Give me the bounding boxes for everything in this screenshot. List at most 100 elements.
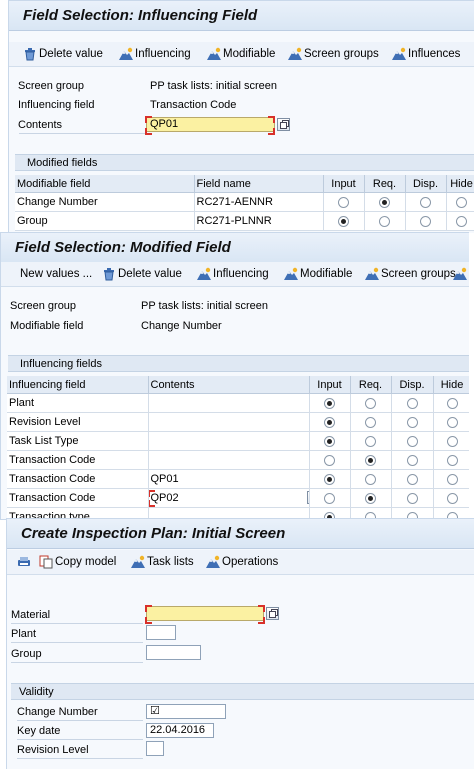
disp-radio[interactable] (406, 473, 418, 485)
input-radio[interactable] (324, 435, 335, 447)
column-header[interactable]: Hide (446, 175, 474, 193)
mountain-icon (207, 47, 221, 61)
mountain-icon (284, 267, 298, 281)
mountain-icon (392, 47, 406, 61)
material-input[interactable] (146, 606, 264, 621)
plant-input[interactable] (146, 625, 176, 640)
trash-icon (103, 267, 115, 281)
key-date-input[interactable]: 22.04.2016 (146, 723, 214, 738)
column-header[interactable]: Input (309, 376, 351, 394)
modifiable-field-value: Change Number (141, 320, 222, 332)
column-header[interactable]: Input (323, 175, 365, 193)
req-radio[interactable] (365, 416, 376, 428)
hide-radio[interactable] (446, 435, 458, 447)
f4-help-icon[interactable] (266, 607, 279, 620)
f4-help-icon[interactable] (277, 118, 290, 131)
column-header[interactable]: Req. (350, 376, 392, 394)
contents-cell (148, 431, 310, 451)
column-header[interactable]: Disp. (405, 175, 447, 193)
influencing-fields-section: Influencing fields (8, 355, 469, 372)
input-radio[interactable] (324, 492, 335, 504)
hide-radio[interactable] (456, 196, 467, 208)
contents-cell[interactable]: QP02 (148, 488, 310, 508)
f4-help-icon[interactable] (306, 491, 308, 504)
screen-groups-button[interactable]: Screen groups (288, 46, 379, 62)
change-number-input[interactable]: ☑ (146, 704, 226, 719)
influencing-field-cell: Revision Level (7, 412, 149, 432)
input-radio[interactable] (338, 196, 349, 208)
checkbox-icon: ☑ (150, 705, 160, 717)
field-name-cell: RC271-PLNNR (194, 211, 324, 231)
req-radio[interactable] (365, 435, 376, 447)
disp-radio[interactable] (406, 397, 418, 409)
hide-radio[interactable] (456, 215, 467, 227)
column-header[interactable]: Influencing field (7, 376, 149, 394)
table-header: Modifiable field Field name Input Req. D… (15, 175, 474, 193)
column-header[interactable]: Modifiable field (15, 175, 195, 193)
input-radio[interactable] (324, 416, 335, 428)
influencing-button[interactable]: Influencing (197, 266, 269, 282)
delete-value-button[interactable]: Delete value (102, 266, 182, 282)
change-number-label: Change Number (17, 706, 98, 718)
screen-groups-button[interactable]: Screen groups (365, 266, 456, 282)
disp-radio[interactable] (420, 215, 431, 227)
req-radio[interactable] (365, 492, 376, 504)
key-date-label: Key date (17, 725, 61, 737)
screen-group-label: Screen group (10, 300, 77, 312)
req-radio[interactable] (379, 215, 390, 227)
hide-radio[interactable] (446, 416, 458, 428)
disp-radio[interactable] (420, 196, 431, 208)
contents-input[interactable]: QP01 (146, 117, 275, 132)
operations-button[interactable]: Operations (206, 554, 278, 570)
column-header[interactable]: Hide (433, 376, 469, 394)
column-header[interactable]: Contents (148, 376, 310, 394)
req-radio[interactable] (379, 196, 390, 208)
display-settings-icon[interactable] (17, 554, 33, 570)
mountain-icon[interactable] (453, 266, 469, 282)
influencing-button[interactable]: Influencing (119, 46, 191, 62)
disp-radio[interactable] (406, 492, 418, 504)
modifiable-button[interactable]: Modifiable (207, 46, 275, 62)
new-values-button[interactable]: New values ... (20, 266, 92, 282)
input-radio[interactable] (324, 454, 335, 466)
influences-button[interactable]: Influences (392, 46, 460, 62)
revision-level-input[interactable] (146, 741, 164, 756)
mountain-icon (206, 555, 220, 569)
input-radio[interactable] (324, 397, 335, 409)
influencing-field-cell: Transaction Code (7, 488, 149, 508)
modifiable-field-cell: Change Number (15, 192, 195, 212)
influencing-fields-table: Influencing field Contents Input Req. Di… (7, 376, 469, 519)
panel1-title: Field Selection: Influencing Field (9, 1, 474, 31)
req-radio[interactable] (365, 473, 376, 485)
hide-radio[interactable] (446, 473, 458, 485)
req-radio[interactable] (365, 397, 376, 409)
hide-radio[interactable] (446, 397, 458, 409)
column-header[interactable]: Req. (364, 175, 406, 193)
column-header[interactable]: Field name (194, 175, 324, 193)
mountain-icon (365, 267, 379, 281)
copy-model-button[interactable]: Copy model (39, 554, 116, 570)
required-marker (148, 500, 155, 507)
task-lists-button[interactable]: Task lists (131, 554, 194, 570)
table-row: Transaction Code QP01 (7, 469, 469, 489)
disp-radio[interactable] (406, 435, 418, 447)
create-inspection-plan-panel: Create Inspection Plan: Initial Screen C… (6, 518, 474, 769)
required-marker (145, 605, 152, 612)
modifiable-field-label: Modifiable field (10, 320, 84, 332)
modified-fields-section: Modified fields (15, 154, 474, 171)
modifiable-button[interactable]: Modifiable (284, 266, 352, 282)
modified-fields-table: Modifiable field Field name Input Req. D… (15, 175, 474, 231)
column-header[interactable]: Disp. (391, 376, 434, 394)
hide-radio[interactable] (446, 454, 458, 466)
delete-value-button[interactable]: Delete value (23, 46, 103, 62)
required-marker (145, 617, 152, 624)
group-input[interactable] (146, 645, 201, 660)
input-radio[interactable] (324, 473, 335, 485)
disp-radio[interactable] (406, 454, 418, 466)
contents-value: QP02 (150, 492, 179, 504)
req-radio[interactable] (365, 454, 376, 466)
input-radio[interactable] (338, 215, 349, 227)
panel3-toolbar: Copy model Task lists Operations (7, 550, 474, 575)
disp-radio[interactable] (406, 416, 418, 428)
hide-radio[interactable] (446, 492, 458, 504)
